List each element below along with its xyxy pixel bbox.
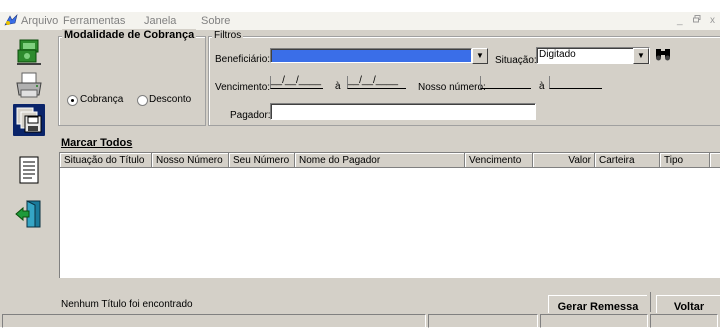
binoculars-icon — [656, 49, 670, 61]
column-header-carteira[interactable]: Carteira — [595, 153, 660, 168]
app-icon — [4, 14, 18, 26]
toolbar-exit-button[interactable] — [13, 198, 45, 230]
save-icon — [16, 107, 42, 133]
beneficiario-select[interactable] — [270, 48, 472, 63]
nosso-numero-label: Nosso número: — [418, 82, 486, 93]
situacao-value: Digitado — [539, 49, 576, 60]
pagador-label: Pagador: — [230, 110, 271, 121]
status-panel-4 — [650, 314, 718, 328]
menu-arquivo[interactable]: Arquivo — [21, 15, 58, 27]
column-header-filler — [710, 153, 720, 168]
toolbar-money-button[interactable] — [13, 36, 45, 68]
modalidade-title: Modalidade de Cobrança — [62, 29, 197, 41]
menu-ferramentas[interactable]: Ferramentas — [63, 15, 125, 27]
search-button[interactable] — [654, 46, 672, 62]
vencimento-a-label: à — [335, 81, 341, 92]
close-button[interactable]: x — [710, 15, 715, 26]
situacao-label: Situação: — [495, 55, 537, 66]
modalidade-group — [58, 36, 206, 126]
column-header-vencimento[interactable]: Vencimento — [465, 153, 533, 168]
situacao-dropdown-button[interactable]: ▼ — [633, 48, 649, 64]
status-panel-main — [2, 314, 426, 328]
radio-dot — [71, 99, 74, 102]
titles-grid: Situação do Título Nosso Número Seu Núme… — [59, 152, 720, 278]
money-icon — [17, 39, 41, 65]
top-strip — [0, 0, 720, 12]
column-header-nome-pagador[interactable]: Nome do Pagador — [295, 153, 465, 168]
restore-icon — [693, 15, 701, 23]
column-header-tipo[interactable]: Tipo — [660, 153, 710, 168]
status-message: Nenhum Título foi encontrado — [61, 299, 193, 310]
button-divider — [650, 292, 651, 312]
beneficiario-dropdown-button[interactable]: ▼ — [472, 48, 488, 64]
menu-sobre[interactable]: Sobre — [201, 15, 230, 27]
status-panel-3 — [540, 314, 648, 328]
column-header-situacao[interactable]: Situação do Título — [60, 153, 152, 168]
column-header-nosso-numero[interactable]: Nosso Número — [152, 153, 229, 168]
column-header-seu-numero[interactable]: Seu Número — [229, 153, 295, 168]
pagador-input[interactable] — [270, 103, 536, 120]
nosso-numero-end-input[interactable] — [549, 76, 602, 89]
toolbar-save-button[interactable] — [13, 104, 45, 136]
beneficiario-label: Beneficiário: — [215, 54, 271, 65]
toolbar-print-button[interactable] — [13, 70, 45, 102]
marcar-todos-link[interactable]: Marcar Todos — [61, 137, 132, 149]
radio-cobranca-label: Cobrança — [80, 94, 124, 105]
filtros-title: Filtros — [212, 30, 244, 41]
document-icon — [19, 156, 39, 184]
printer-icon — [16, 72, 42, 98]
nosso-numero-a-label: à — [539, 81, 545, 92]
radio-cobranca[interactable] — [67, 95, 78, 106]
vencimento-start-input[interactable]: __/__/____ — [270, 76, 323, 89]
vencimento-end-input[interactable]: __/__/____ — [347, 76, 406, 89]
exit-icon — [15, 200, 41, 228]
column-header-valor[interactable]: Valor — [533, 153, 595, 168]
radio-desconto-label: Desconto — [149, 94, 192, 105]
restore-button[interactable] — [693, 15, 701, 26]
menu-janela[interactable]: Janela — [144, 15, 176, 27]
nosso-numero-start-input[interactable] — [480, 76, 531, 89]
radio-desconto[interactable] — [137, 95, 148, 106]
status-panel-2 — [428, 314, 538, 328]
vencimento-label: Vencimento: — [215, 82, 271, 93]
minimize-button[interactable]: _ — [677, 15, 683, 26]
toolbar-document-button[interactable] — [13, 154, 45, 186]
